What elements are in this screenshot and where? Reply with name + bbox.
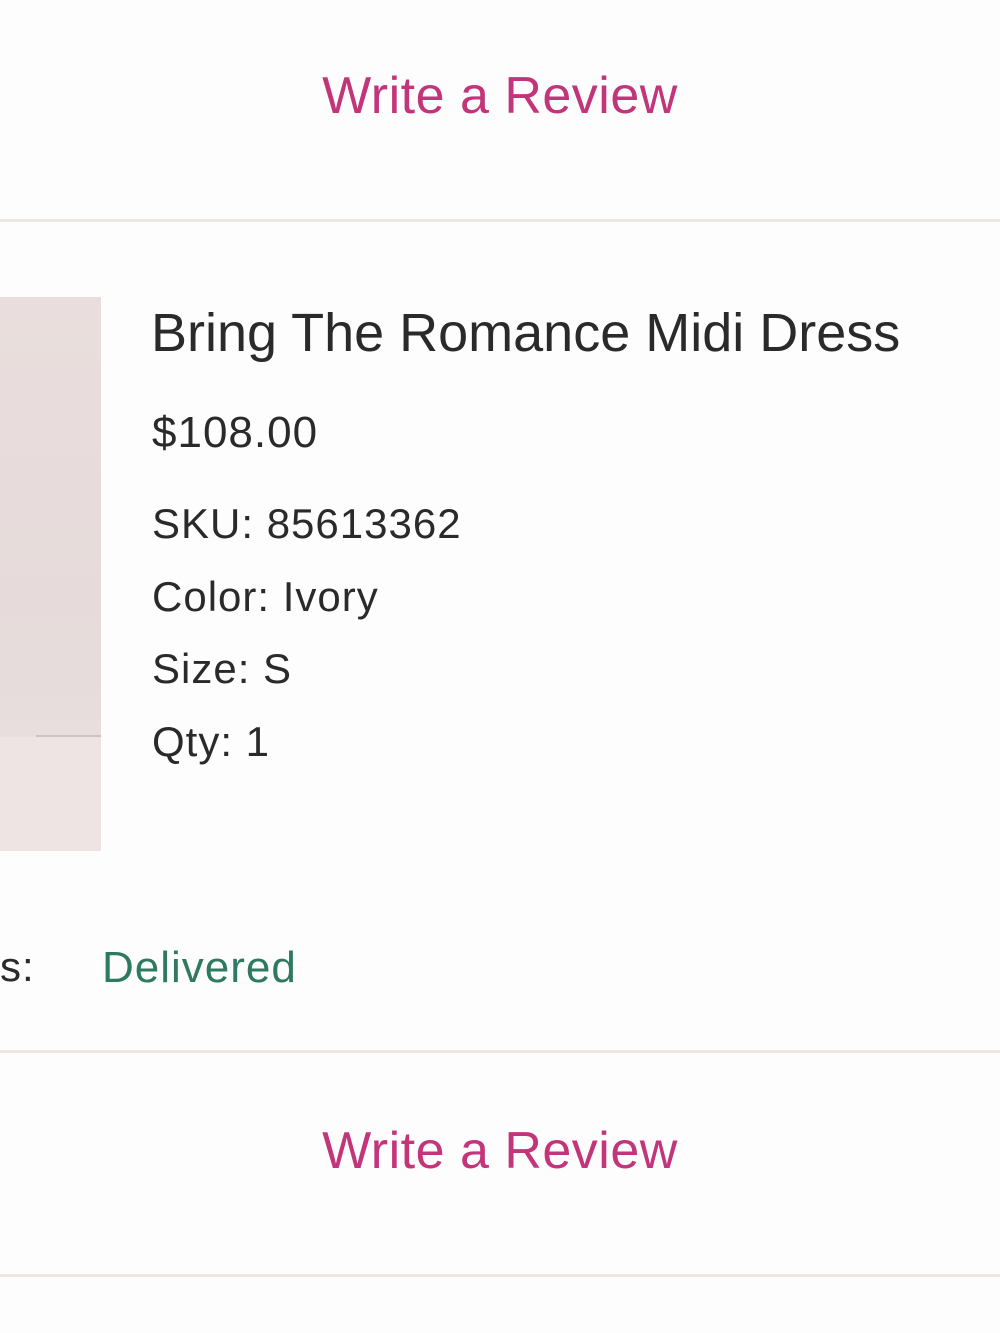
- status-badge: Delivered: [102, 943, 297, 992]
- thumbnail-floor: [0, 737, 101, 851]
- product-color: Color: Ivory: [152, 573, 379, 620]
- thumbnail-edge: [36, 735, 101, 737]
- product-price: $108.00: [152, 408, 319, 457]
- product-sku: SKU: 85613362: [152, 500, 462, 547]
- divider: [0, 1274, 1000, 1277]
- order-details-page: Write a Review Bring The Romance Midi Dr…: [0, 0, 1000, 1333]
- status-label: s:: [0, 943, 35, 990]
- product-thumbnail[interactable]: [0, 297, 101, 851]
- write-review-link-top[interactable]: Write a Review: [0, 66, 1000, 126]
- product-size: Size: S: [152, 645, 293, 692]
- divider: [0, 219, 1000, 222]
- product-quantity: Qty: 1: [152, 718, 271, 765]
- divider: [0, 1050, 1000, 1053]
- product-name[interactable]: Bring The Romance Midi Dress: [151, 302, 900, 364]
- write-review-link-bottom[interactable]: Write a Review: [0, 1121, 1000, 1181]
